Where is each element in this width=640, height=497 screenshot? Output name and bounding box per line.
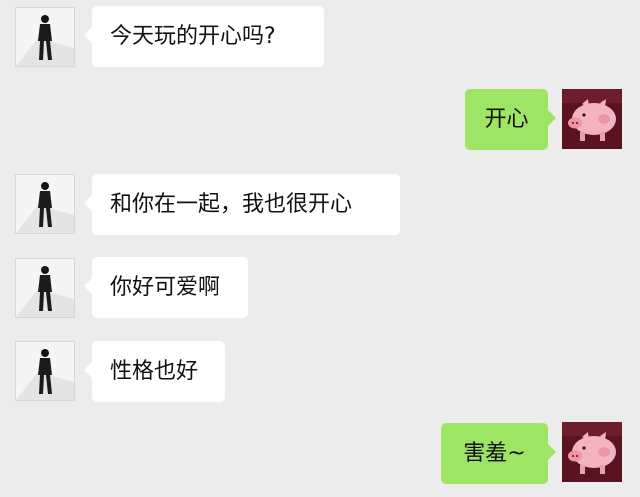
- contact-avatar[interactable]: [15, 258, 75, 318]
- my-avatar[interactable]: [562, 422, 622, 482]
- message-bubble-outgoing[interactable]: 害羞~: [441, 423, 556, 484]
- contact-avatar[interactable]: [15, 174, 75, 234]
- my-avatar[interactable]: [562, 89, 622, 149]
- message-bubble-incoming[interactable]: 和你在一起，我也很开心: [84, 174, 400, 235]
- pink-pig-icon: [562, 422, 622, 482]
- contact-avatar[interactable]: [15, 7, 75, 67]
- message-bubble-incoming[interactable]: 今天玩的开心吗?: [84, 6, 324, 67]
- message-bubble-incoming[interactable]: 你好可爱啊: [84, 257, 248, 318]
- message-bubble-outgoing[interactable]: 开心: [465, 89, 556, 150]
- person-photo-icon: [16, 259, 74, 317]
- person-photo-icon: [16, 175, 74, 233]
- person-photo-icon: [16, 8, 74, 66]
- person-photo-icon: [16, 342, 74, 400]
- chat-message-list: 今天玩的开心吗? 开心 和你在一起，我也很开心 你好可爱啊 性格也好 害羞~: [0, 0, 640, 497]
- pink-pig-icon: [562, 89, 622, 149]
- contact-avatar[interactable]: [15, 341, 75, 401]
- message-bubble-incoming[interactable]: 性格也好: [84, 341, 225, 402]
